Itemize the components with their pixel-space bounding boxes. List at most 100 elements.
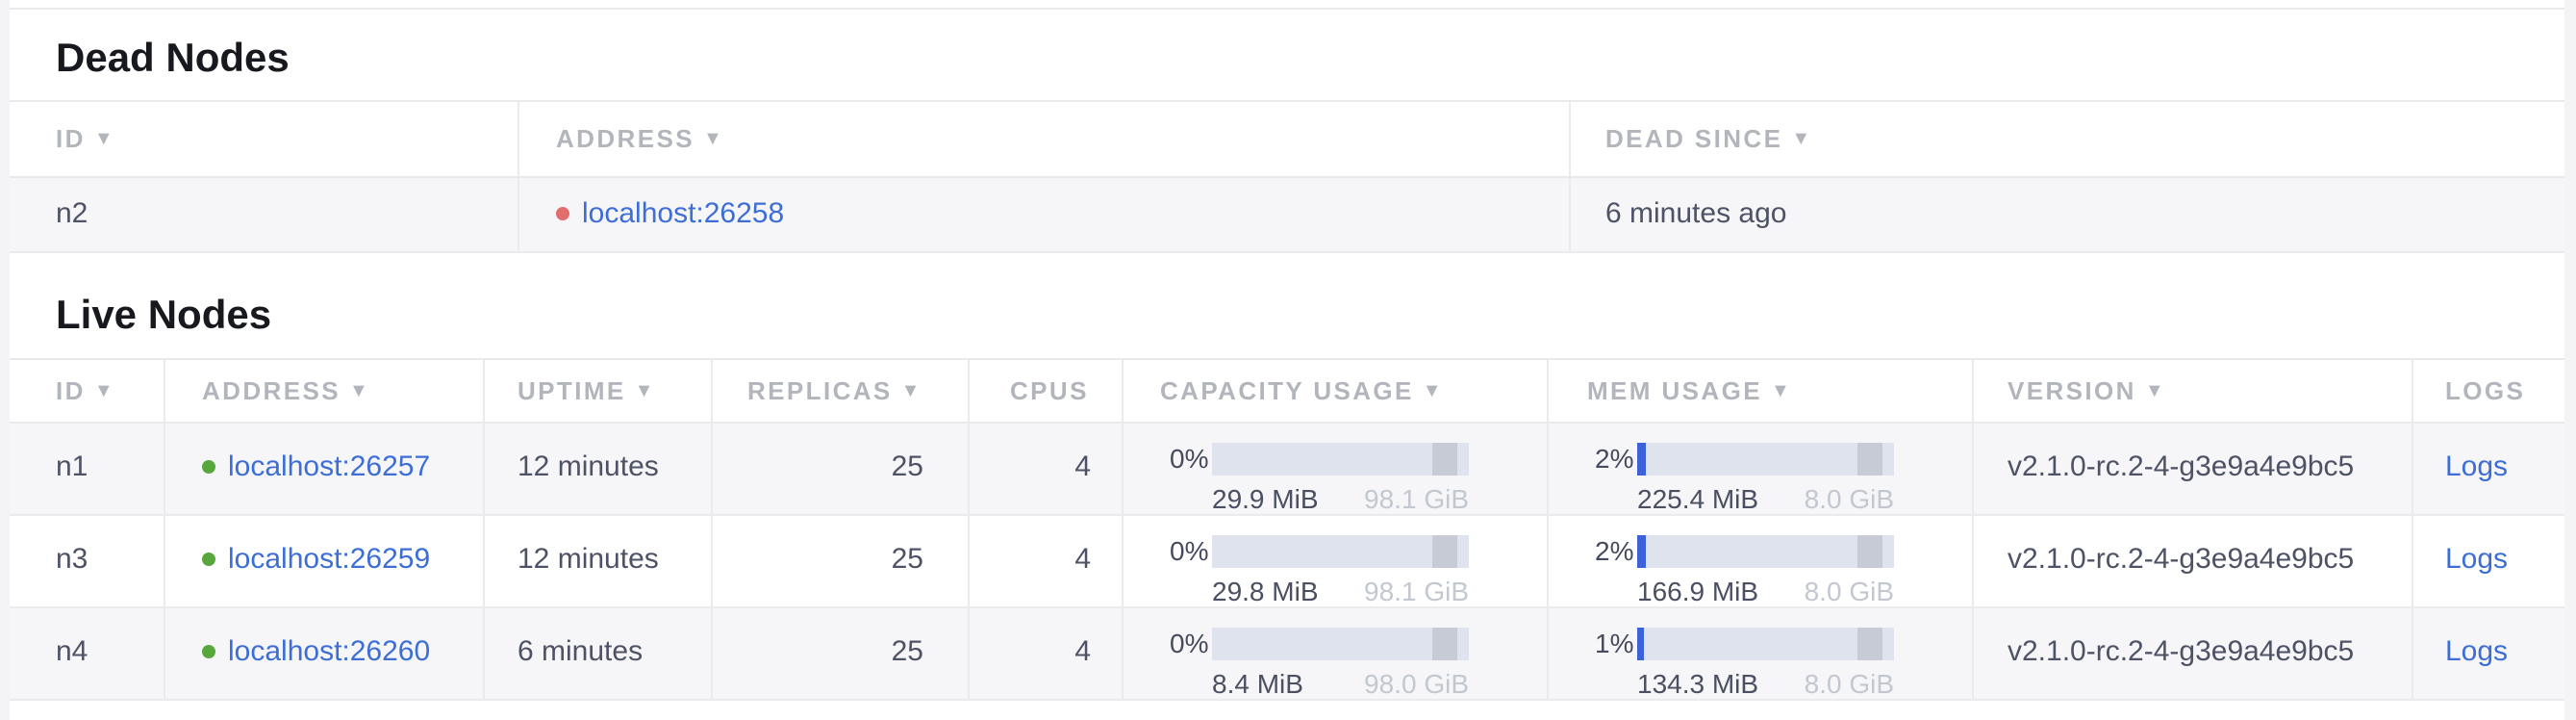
logs-link[interactable]: Logs: [2445, 635, 2508, 667]
live-node-id: n1: [10, 424, 165, 514]
live-col-header-version[interactable]: VERSION ▼: [1974, 360, 2413, 422]
nodes-overview-page: Dead Nodes ID ▼ ADDRESS ▼ DEAD SINCE ▼ n…: [0, 0, 2576, 720]
sort-arrow-icon: ▼: [2145, 380, 2166, 402]
dead-col-header-id[interactable]: ID ▼: [10, 102, 519, 176]
capacity-total: 98.0 GiB: [1364, 670, 1469, 699]
dead-node-address-cell: localhost:26258: [519, 178, 1571, 251]
live-node-version: v2.1.0-rc.2-4-g3e9a4e9bc5: [1974, 608, 2413, 699]
mem-usage-cell: 2% 166.9 MiB 8.0 GiB: [1549, 516, 1974, 606]
live-nodes-header-row: ID ▼ ADDRESS ▼ UPTIME ▼ REPLICAS ▼ CPUS …: [10, 358, 2564, 424]
page-gutter-right: [2564, 0, 2576, 720]
capacity-used: 29.8 MiB: [1212, 578, 1319, 606]
sort-arrow-icon: ▼: [703, 128, 724, 150]
live-node-uptime: 6 minutes: [485, 608, 713, 699]
mem-bar-fill: [1637, 535, 1646, 568]
live-node-id: n3: [10, 516, 165, 606]
capacity-percent: 0%: [1170, 628, 1212, 660]
live-node-address-cell: localhost:26260: [165, 608, 485, 699]
logs-link[interactable]: Logs: [2445, 450, 2508, 482]
sort-arrow-icon: ▼: [1771, 380, 1792, 402]
dead-col-header-address[interactable]: ADDRESS ▼: [519, 102, 1571, 176]
logs-link[interactable]: Logs: [2445, 543, 2508, 575]
logs-cell: Logs: [2413, 424, 2564, 514]
capacity-used: 8.4 MiB: [1212, 670, 1303, 699]
live-col-header-mem-usage[interactable]: MEM USAGE ▼: [1549, 360, 1974, 422]
live-node-cpus: 4: [970, 424, 1124, 514]
live-node-cpus: 4: [970, 608, 1124, 699]
dead-col-header-dead-since[interactable]: DEAD SINCE ▼: [1571, 102, 2564, 176]
live-node-address-link[interactable]: localhost:26260: [228, 633, 430, 670]
capacity-total: 98.1 GiB: [1364, 485, 1469, 514]
node-status-live-icon: [202, 645, 215, 658]
live-node-replicas: 25: [713, 516, 970, 606]
capacity-usage-bar: [1212, 443, 1469, 476]
live-node-address-cell: localhost:26259: [165, 516, 485, 606]
live-node-address-cell: localhost:26257: [165, 424, 485, 514]
mem-percent: 1%: [1595, 628, 1637, 660]
live-col-header-cpus: CPUS: [970, 360, 1124, 422]
live-node-uptime: 12 minutes: [485, 516, 713, 606]
top-divider: [10, 0, 2564, 10]
mem-usage-cell: 1% 134.3 MiB 8.0 GiB: [1549, 608, 1974, 699]
live-node-id: n4: [10, 608, 165, 699]
mem-percent: 2%: [1595, 535, 1637, 568]
capacity-usage-bar: [1212, 535, 1469, 568]
mem-total: 8.0 GiB: [1805, 485, 1894, 514]
capacity-bar-block: [1432, 535, 1457, 568]
live-node-row: n3 localhost:26259 12 minutes 25 4 0%: [10, 516, 2564, 608]
live-node-address-link[interactable]: localhost:26259: [228, 541, 430, 578]
node-status-dead-icon: [556, 207, 569, 220]
capacity-total: 98.1 GiB: [1364, 578, 1469, 606]
sort-arrow-icon: ▼: [349, 380, 370, 402]
live-node-row: n4 localhost:26260 6 minutes 25 4 0%: [10, 608, 2564, 701]
live-node-version: v2.1.0-rc.2-4-g3e9a4e9bc5: [1974, 424, 2413, 514]
sort-arrow-icon: ▼: [1791, 128, 1812, 150]
capacity-usage-cell: 0% 29.8 MiB 98.1 GiB: [1124, 516, 1549, 606]
live-node-cpus: 4: [970, 516, 1124, 606]
sort-arrow-icon: ▼: [94, 128, 115, 150]
sort-arrow-icon: ▼: [635, 380, 656, 402]
live-node-row: n1 localhost:26257 12 minutes 25 4 0%: [10, 424, 2564, 516]
mem-usage-cell: 2% 225.4 MiB 8.0 GiB: [1549, 424, 1974, 514]
dead-nodes-title: Dead Nodes: [10, 10, 2564, 100]
dead-node-address-link[interactable]: localhost:26258: [582, 195, 784, 232]
live-col-header-capacity-usage[interactable]: CAPACITY USAGE ▼: [1124, 360, 1549, 422]
mem-bar-fill: [1637, 443, 1646, 476]
live-node-version: v2.1.0-rc.2-4-g3e9a4e9bc5: [1974, 516, 2413, 606]
live-col-header-uptime[interactable]: UPTIME ▼: [485, 360, 713, 422]
mem-used: 134.3 MiB: [1637, 670, 1758, 699]
capacity-bar-block: [1432, 443, 1457, 476]
dead-node-row: n2 localhost:26258 6 minutes ago: [10, 178, 2564, 253]
live-col-header-replicas[interactable]: REPLICAS ▼: [713, 360, 970, 422]
sort-arrow-icon: ▼: [94, 380, 115, 402]
mem-usage-bar: [1637, 535, 1894, 568]
page-gutter-left: [0, 0, 10, 720]
logs-cell: Logs: [2413, 516, 2564, 606]
mem-usage-bar: [1637, 628, 1894, 660]
mem-bar-block: [1857, 443, 1882, 476]
mem-usage-bar: [1637, 443, 1894, 476]
capacity-usage-bar: [1212, 628, 1469, 660]
mem-bar-block: [1857, 628, 1882, 660]
mem-percent: 2%: [1595, 443, 1637, 476]
content-panel: Dead Nodes ID ▼ ADDRESS ▼ DEAD SINCE ▼ n…: [10, 0, 2564, 701]
mem-bar-fill: [1637, 628, 1644, 660]
live-col-header-address[interactable]: ADDRESS ▼: [165, 360, 485, 422]
live-node-address-link[interactable]: localhost:26257: [228, 449, 430, 485]
mem-bar-block: [1857, 535, 1882, 568]
node-status-live-icon: [202, 553, 215, 566]
sort-arrow-icon: ▼: [1423, 380, 1444, 402]
live-node-replicas: 25: [713, 608, 970, 699]
mem-total: 8.0 GiB: [1805, 578, 1894, 606]
capacity-bar-block: [1432, 628, 1457, 660]
live-nodes-title: Live Nodes: [10, 253, 2564, 358]
capacity-usage-cell: 0% 8.4 MiB 98.0 GiB: [1124, 608, 1549, 699]
capacity-percent: 0%: [1170, 443, 1212, 476]
logs-cell: Logs: [2413, 608, 2564, 699]
live-col-header-id[interactable]: ID ▼: [10, 360, 165, 422]
node-status-live-icon: [202, 460, 215, 474]
sort-arrow-icon: ▼: [901, 380, 922, 402]
dead-nodes-header-row: ID ▼ ADDRESS ▼ DEAD SINCE ▼: [10, 100, 2564, 178]
live-col-header-logs: LOGS: [2413, 360, 2564, 422]
capacity-percent: 0%: [1170, 535, 1212, 568]
